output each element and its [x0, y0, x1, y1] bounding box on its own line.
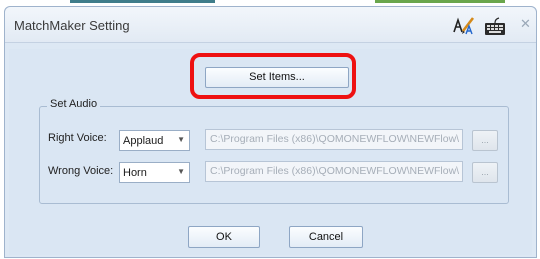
- wrong-voice-value: Horn: [123, 167, 147, 179]
- set-audio-label: Set Audio: [47, 98, 101, 110]
- set-items-button[interactable]: Set Items...: [205, 67, 349, 88]
- right-voice-path: C:\Program Files (x86)\QOMONEWFLOW\NEWFl…: [205, 129, 463, 150]
- ok-button[interactable]: OK: [188, 226, 260, 248]
- chevron-down-icon: ▼: [177, 135, 185, 144]
- title-bar: MatchMaker Setting ✕: [5, 7, 536, 43]
- close-icon[interactable]: ✕: [520, 16, 531, 32]
- right-voice-browse-button[interactable]: ...: [472, 130, 498, 151]
- keyboard-icon[interactable]: [484, 17, 506, 37]
- right-voice-label: Right Voice:: [48, 132, 107, 144]
- cancel-button[interactable]: Cancel: [289, 226, 363, 248]
- right-voice-select[interactable]: Applaud ▼: [119, 130, 190, 151]
- background-band-right: [375, 0, 505, 3]
- wrong-voice-select[interactable]: Horn ▼: [119, 162, 190, 183]
- chevron-down-icon: ▼: [177, 167, 185, 176]
- signature-icon[interactable]: [452, 15, 478, 37]
- set-audio-group: [39, 106, 509, 204]
- background-band-left: [70, 0, 215, 3]
- wrong-voice-browse-button[interactable]: ...: [472, 162, 498, 183]
- wrong-voice-label: Wrong Voice:: [48, 165, 114, 177]
- right-voice-value: Applaud: [123, 135, 164, 147]
- wrong-voice-path: C:\Program Files (x86)\QOMONEWFLOW\NEWFl…: [205, 161, 463, 182]
- window-title: MatchMaker Setting: [14, 18, 130, 33]
